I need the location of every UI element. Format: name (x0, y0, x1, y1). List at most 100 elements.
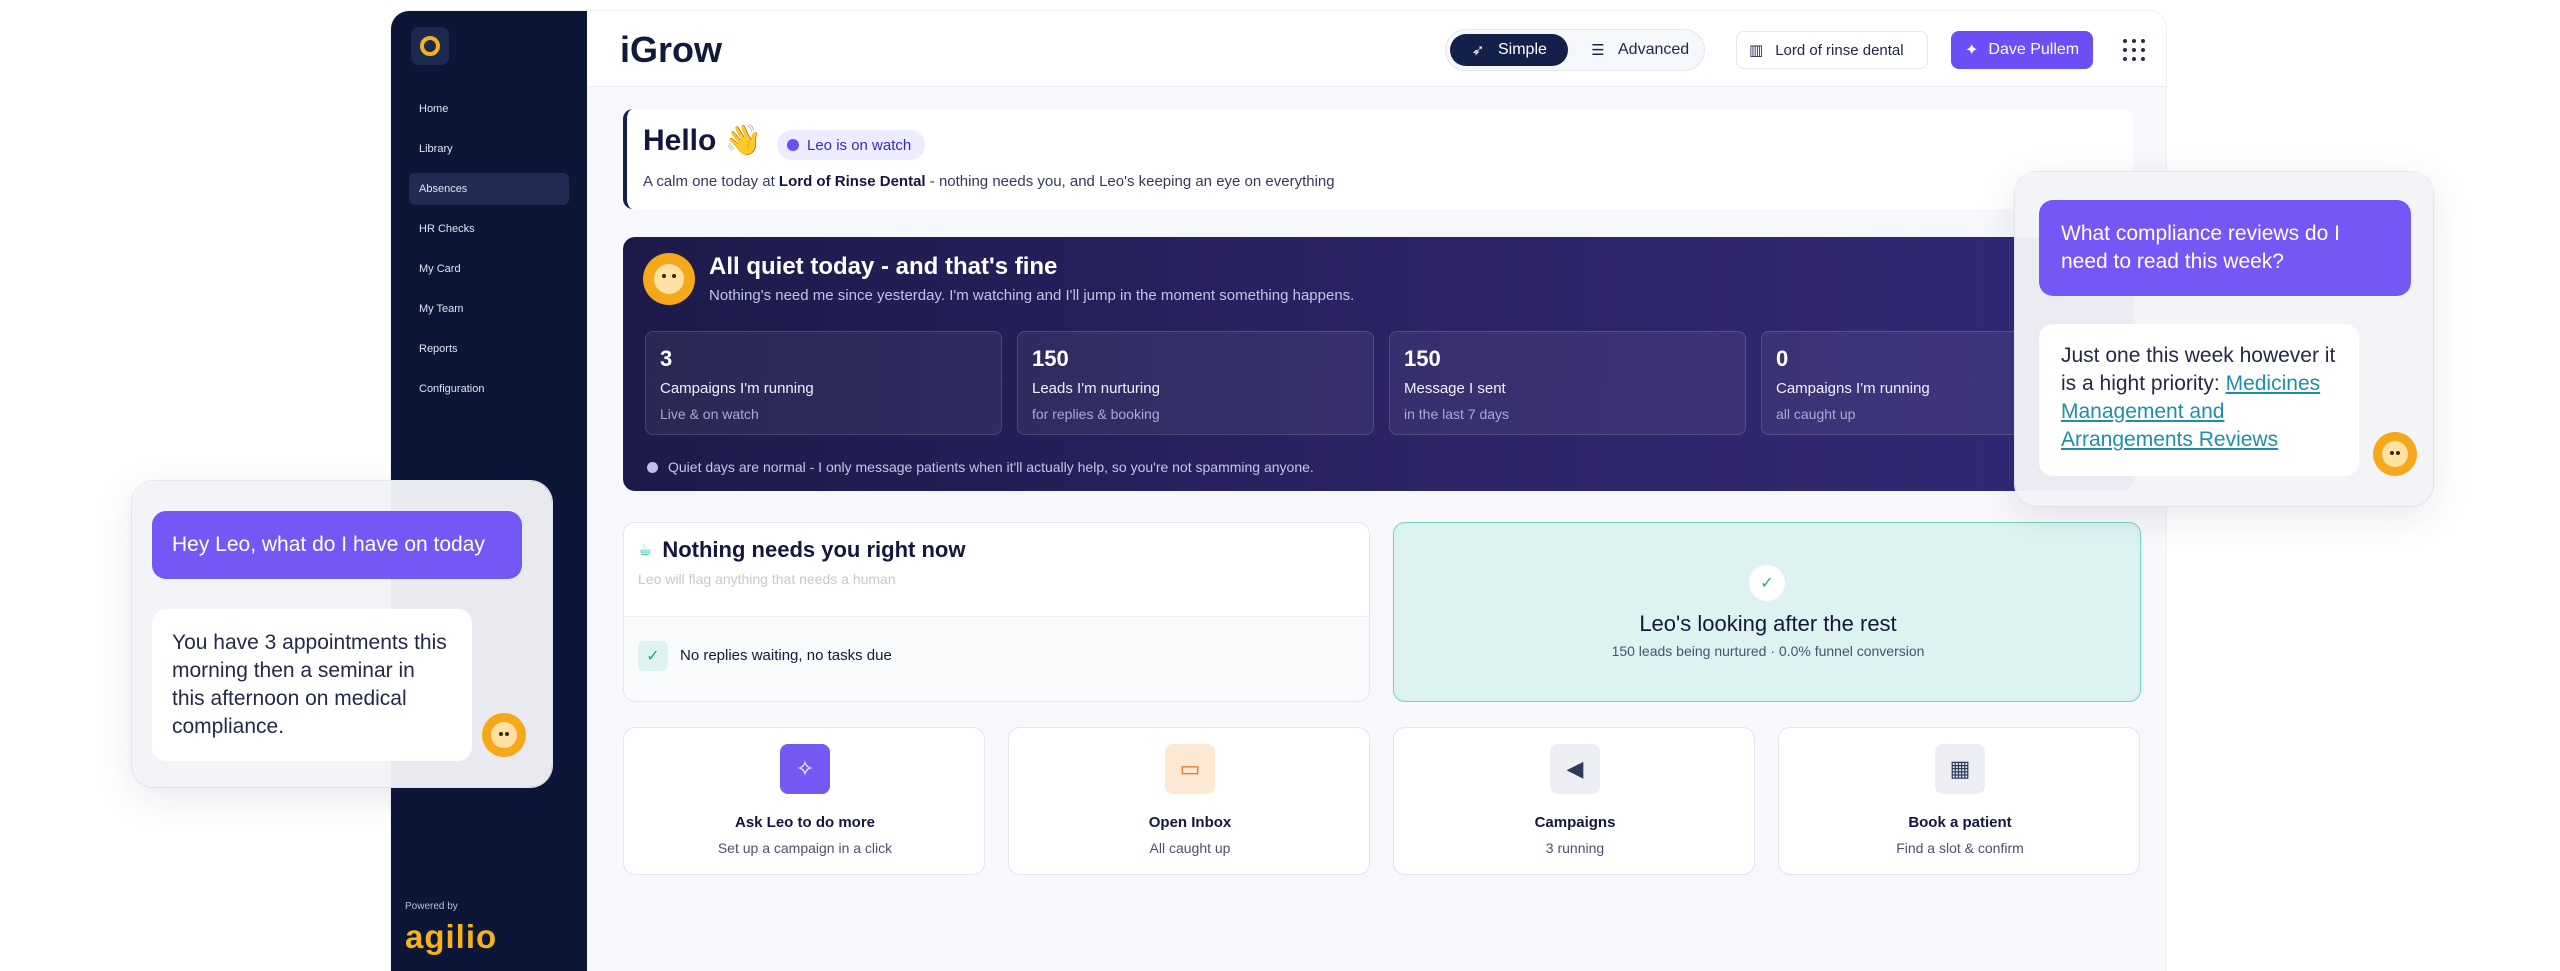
hello-card: Hello 👋 Leo is on watch A calm one today… (623, 109, 2133, 209)
leo-status-text: Leo is on watch (807, 136, 912, 154)
nothing-subtitle: Leo will flag anything that needs a huma… (638, 571, 896, 587)
sidebar-item-absences[interactable]: Absences (409, 173, 569, 205)
sidebar-item-configuration[interactable]: Configuration (409, 373, 569, 405)
after-subtitle: 150 leads being nurtured · 0.0% funnel c… (1611, 643, 1925, 659)
app-logo[interactable] (411, 27, 449, 65)
nothing-title: ☕ Nothing needs you right now (638, 537, 965, 563)
inbox-icon: ▭ (1165, 744, 1215, 794)
chat-card-left: Hey Leo, what do I have on today You hav… (132, 481, 552, 787)
sidebar-item-reports[interactable]: Reports (409, 333, 569, 365)
no-tasks-text: No replies waiting, no tasks due (680, 647, 892, 664)
hello-sub-prefix: A calm one today at (643, 173, 779, 190)
sidebar-item-home[interactable]: Home (409, 93, 569, 125)
magic-wand-icon: ✧ (780, 744, 830, 794)
quiet-subtitle: Nothing's need me since yesterday. I'm w… (709, 287, 1355, 304)
megaphone-icon: ◀ (1550, 744, 1600, 794)
top-bar: iGrow ➶ Simple ☰ Advanced ▥ Lord of rinse d… (587, 11, 2166, 87)
stat-label: Leads I'm nurturing (1032, 380, 1160, 397)
user-name: Dave Pullem (1988, 41, 2080, 58)
sidebar-item-hr-checks[interactable]: HR Checks (409, 213, 569, 245)
sidebar-item-label: Library (419, 143, 453, 155)
quiet-title: All quiet today - and that's fine (709, 253, 1058, 280)
stat-label: Campaigns I'm running (660, 380, 814, 397)
check-icon: ✓ (638, 641, 668, 671)
quiet-note: Quiet days are normal - I only message p… (647, 459, 1314, 475)
sidebar-item-label: My Card (419, 263, 461, 275)
user-button[interactable]: ✦ Dave Pullem (1951, 31, 2093, 69)
calendar-plus-icon: ▦ (1935, 744, 1985, 794)
hello-sub-suffix: - nothing needs you, and Leo's keeping a… (925, 173, 1335, 190)
action-sub: Set up a campaign in a click (717, 840, 893, 856)
nothing-header: ☕ Nothing needs you right now Leo will fl… (624, 523, 1369, 617)
sparkle-icon: ✦ (1965, 42, 1979, 59)
practice-selector[interactable]: ▥ Lord of rinse dental (1736, 31, 1928, 69)
sidebar-item-label: Absences (419, 183, 468, 195)
chat-user-message: Hey Leo, what do I have on today (152, 511, 522, 579)
nothing-body: ✓ No replies waiting, no tasks due (624, 617, 1369, 701)
info-dot-icon (647, 461, 658, 473)
main-content: iGrow ➶ Simple ☰ Advanced ▥ Lord of rinse d… (587, 11, 2166, 971)
sidebar-item-library[interactable]: Library (409, 133, 569, 165)
quick-actions: ✧ Ask Leo to do more Set up a campaign i… (623, 727, 2143, 875)
open-inbox-card[interactable]: ▭ Open Inbox All caught up (1008, 727, 1370, 875)
stat-card: 150 Message I sent in the last 7 days (1389, 331, 1746, 435)
sidebar-item-label: Reports (419, 343, 458, 355)
mode-advanced-label: Advanced (1618, 41, 1690, 58)
apps-grid-icon[interactable] (2123, 39, 2145, 61)
leo-lion-icon (643, 253, 695, 305)
stat-card: 3 Campaigns I'm running Live & on watch (645, 331, 1002, 435)
book-patient-card[interactable]: ▦ Book a patient Find a slot & confirm (1778, 727, 2140, 875)
stat-value: 150 (1404, 346, 1441, 371)
coffee-cup-icon: ☕ (638, 542, 653, 559)
stat-label: Campaigns I'm running (1776, 380, 1930, 397)
mode-advanced-button[interactable]: ☰ Advanced (1574, 34, 1702, 66)
hello-title: Hello 👋 (643, 123, 762, 158)
leo-status-badge: Leo is on watch (777, 130, 926, 160)
sidebar-item-label: Configuration (419, 383, 485, 395)
stat-sub: all caught up (1776, 406, 1856, 422)
powered-by-label: Powered by (405, 901, 458, 912)
sidebar-item-label: My Team (419, 303, 464, 315)
wave-emoji: 👋 (724, 124, 763, 157)
ask-leo-card[interactable]: ✧ Ask Leo to do more Set up a campaign i… (623, 727, 985, 875)
mode-simple-label: Simple (1498, 41, 1547, 58)
stat-value: 150 (1032, 346, 1069, 371)
chat-bot-message: Just one this week however it is a hight… (2039, 324, 2359, 476)
leo-lion-icon (482, 713, 526, 757)
building-icon: ▥ (1749, 42, 1764, 59)
quiet-note-text: Quiet days are normal - I only message p… (668, 459, 1314, 475)
action-title: Book a patient (1908, 814, 2012, 831)
stat-value: 0 (1776, 346, 1789, 371)
leo-lion-icon (2373, 432, 2417, 476)
action-title: Ask Leo to do more (734, 814, 876, 831)
mode-toggle: ➶ Simple ☰ Advanced (1445, 29, 1705, 71)
stat-card: 150 Leads I'm nurturing for replies & bo… (1017, 331, 1374, 435)
sidebar-item-label: HR Checks (419, 223, 475, 235)
action-sub: Find a slot & confirm (1896, 840, 2024, 856)
mode-simple-button[interactable]: ➶ Simple (1450, 34, 1568, 66)
nothing-title-text: Nothing needs you right now (662, 537, 966, 562)
chat-user-message: What compliance reviews do I need to rea… (2039, 200, 2411, 296)
action-sub: All caught up (1149, 840, 1231, 856)
app-window: Home Library Absences HR Checks My Card … (391, 11, 2166, 971)
stat-label: Message I sent (1404, 380, 1506, 397)
hello-practice-name: Lord of Rinse Dental (778, 173, 926, 190)
stat-sub: Live & on watch (660, 406, 759, 422)
stats-row: 3 Campaigns I'm running Live & on watch … (645, 331, 2133, 435)
sliders-icon: ☰ (1591, 42, 1605, 59)
chat-bot-message: You have 3 appointments this morning the… (152, 609, 472, 761)
sidebar-nav: Home Library Absences HR Checks My Card … (409, 93, 569, 413)
stat-sub: for replies & booking (1032, 406, 1160, 422)
logo-a-icon (420, 36, 440, 56)
campaigns-card[interactable]: ◀ Campaigns 3 running (1393, 727, 1755, 875)
quiet-banner: All quiet today - and that's fine Nothin… (623, 237, 2133, 491)
practice-name: Lord of rinse dental (1775, 41, 1904, 59)
sidebar-item-my-card[interactable]: My Card (409, 253, 569, 285)
rocket-icon: ➶ (1471, 42, 1485, 59)
after-title: Leo's looking after the rest (1639, 611, 1897, 636)
nothing-needs-you-card: ☕ Nothing needs you right now Leo will fl… (623, 522, 1370, 702)
sidebar-item-my-team[interactable]: My Team (409, 293, 569, 325)
app-title: iGrow (620, 29, 723, 70)
chat-card-right: What compliance reviews do I need to rea… (2015, 172, 2433, 506)
action-title: Open Inbox (1148, 814, 1232, 831)
